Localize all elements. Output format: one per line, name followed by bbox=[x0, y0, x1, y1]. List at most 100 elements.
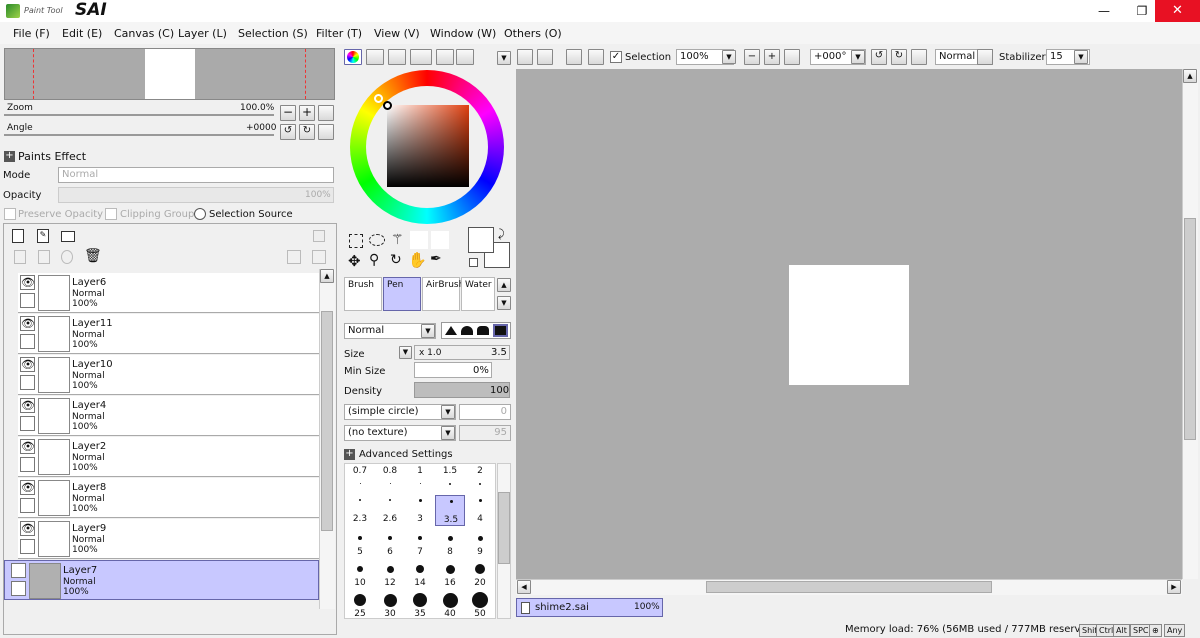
brush-size-cell[interactable]: 35 bbox=[405, 588, 435, 619]
zoom-slider[interactable] bbox=[4, 114, 274, 116]
layer-lock-toggle[interactable] bbox=[20, 375, 35, 390]
menu-file[interactable]: File (F) bbox=[13, 27, 50, 40]
brush-size-cell[interactable]: 50 bbox=[465, 588, 495, 619]
layer-visibility-toggle[interactable]: 👁 bbox=[20, 398, 35, 413]
menu-view[interactable]: View (V) bbox=[374, 27, 420, 40]
swatches-tab[interactable] bbox=[410, 49, 432, 65]
delete-layer-icon[interactable]: 🗑 bbox=[84, 249, 102, 265]
layer-lock-toggle[interactable] bbox=[20, 334, 35, 349]
brush-shape-select[interactable]: (simple circle) bbox=[344, 404, 456, 420]
clear-selection-button[interactable] bbox=[566, 49, 582, 65]
brush-size-cell[interactable]: 3 bbox=[405, 495, 435, 526]
advanced-settings-expand-icon[interactable]: + bbox=[344, 449, 355, 460]
layer-lock-toggle[interactable] bbox=[20, 498, 35, 513]
layer-row[interactable]: 👁 Layer11 Normal 100% bbox=[18, 314, 319, 354]
transparent-color-icon[interactable] bbox=[469, 258, 478, 267]
sv-marker[interactable] bbox=[383, 101, 392, 110]
brush-size-cell[interactable]: 1 bbox=[405, 464, 435, 495]
layer-visibility-toggle[interactable]: 👁 bbox=[20, 275, 35, 290]
scratchpad-tab[interactable] bbox=[436, 49, 454, 65]
selection-source-radio[interactable] bbox=[194, 208, 206, 220]
brush-size-cell[interactable]: 7 bbox=[405, 526, 435, 557]
brush-size-cell[interactable]: 2.6 bbox=[375, 495, 405, 526]
size-multiplier-dropdown[interactable]: ▼ bbox=[399, 346, 412, 359]
toolbar-rotate-right-button[interactable]: ↻ bbox=[891, 49, 907, 65]
menu-layer[interactable]: Layer (L) bbox=[178, 27, 227, 40]
brush-size-cell[interactable]: 4 bbox=[465, 495, 495, 526]
lasso-select-icon[interactable] bbox=[369, 234, 385, 246]
brush-shape-dropdown[interactable]: ▼ bbox=[441, 405, 455, 419]
brush-size-cell[interactable]: 6 bbox=[375, 526, 405, 557]
brush-size-cell[interactable]: 0.7 bbox=[345, 464, 375, 495]
mode-select[interactable]: Normal bbox=[58, 167, 334, 183]
layer-lock-toggle[interactable] bbox=[20, 457, 35, 472]
brush-shape-value[interactable]: 0 bbox=[459, 404, 511, 420]
brush-size-cell[interactable]: 1.5 bbox=[435, 464, 465, 495]
brush-size-cell[interactable]: 8 bbox=[435, 526, 465, 557]
layer-mask-icon[interactable] bbox=[313, 230, 325, 242]
rotate-right-button[interactable]: ↻ bbox=[299, 124, 315, 140]
drawing-canvas[interactable] bbox=[789, 265, 909, 385]
brush-size-cell[interactable]: 9 bbox=[465, 526, 495, 557]
layer-row[interactable]: 👁 Layer9 Normal 100% bbox=[18, 519, 319, 559]
brush-size-cell[interactable]: 3.5 bbox=[435, 495, 465, 526]
menu-canvas[interactable]: Canvas (C) bbox=[114, 27, 174, 40]
tip-round-icon[interactable] bbox=[477, 326, 489, 335]
menu-window[interactable]: Window (W) bbox=[430, 27, 496, 40]
canvas-scroll-up-button[interactable]: ▲ bbox=[1183, 69, 1197, 83]
brush-size-cell[interactable]: 20 bbox=[465, 557, 495, 588]
apply-mask-icon[interactable] bbox=[287, 250, 301, 264]
opacity-slider[interactable] bbox=[58, 187, 334, 203]
new-layer-icon[interactable] bbox=[12, 229, 24, 243]
rotate-reset-button[interactable] bbox=[318, 124, 334, 140]
layer-lock-toggle[interactable] bbox=[11, 581, 26, 596]
layer-visibility-toggle[interactable]: 👁 bbox=[20, 439, 35, 454]
zoom-in-button[interactable]: + bbox=[299, 105, 315, 121]
palette-tab[interactable] bbox=[456, 49, 474, 65]
layer-row[interactable]: 👁 Layer10 Normal 100% bbox=[18, 355, 319, 395]
layer-visibility-toggle[interactable]: 👁 bbox=[20, 316, 35, 331]
eyedropper-icon[interactable]: ✒ bbox=[430, 251, 442, 267]
tool-tab-pen[interactable]: Pen bbox=[383, 277, 421, 311]
brush-texture-dropdown[interactable]: ▼ bbox=[441, 426, 455, 440]
brush-size-cell[interactable]: 2 bbox=[465, 464, 495, 495]
toolbar-rotate-reset-button[interactable] bbox=[911, 49, 927, 65]
magic-wand-icon[interactable]: ⚚ bbox=[391, 232, 404, 248]
swap-colors-icon[interactable]: ⤸ bbox=[498, 227, 505, 241]
new-folder-icon[interactable] bbox=[61, 231, 75, 242]
navigator-panel[interactable] bbox=[4, 48, 335, 100]
layer-visibility-toggle[interactable] bbox=[11, 563, 26, 578]
layer-row[interactable]: 👁 Layer2 Normal 100% bbox=[18, 437, 319, 477]
layer-visibility-toggle[interactable]: 👁 bbox=[20, 480, 35, 495]
toolbar-flip-button[interactable] bbox=[977, 49, 993, 65]
tool-tab-brush[interactable]: Brush bbox=[344, 277, 382, 311]
layer-row[interactable]: 👁 Layer6 Normal 100% bbox=[18, 273, 319, 313]
stabilizer-dropdown[interactable]: ▼ bbox=[1074, 50, 1088, 64]
toolbar-angle-dropdown[interactable]: ▼ bbox=[851, 50, 865, 64]
layer-row[interactable]: 👁 Layer8 Normal 100% bbox=[18, 478, 319, 518]
clear-layer-icon[interactable] bbox=[61, 250, 73, 264]
deselect-button[interactable] bbox=[517, 49, 533, 65]
brush-texture-value[interactable]: 95 bbox=[459, 425, 511, 441]
toolbar-zoom-out-button[interactable]: − bbox=[744, 49, 760, 65]
merge-mask-icon[interactable] bbox=[312, 250, 326, 264]
preserve-opacity-checkbox[interactable] bbox=[4, 208, 16, 220]
move-icon[interactable]: ✥ bbox=[348, 252, 361, 270]
brush-size-cell[interactable]: 30 bbox=[375, 588, 405, 619]
invert-selection-button[interactable] bbox=[537, 49, 553, 65]
brush-size-cell[interactable]: 2.3 bbox=[345, 495, 375, 526]
layer-visibility-toggle[interactable]: 👁 bbox=[20, 521, 35, 536]
rect-select-icon[interactable] bbox=[349, 234, 363, 248]
paints-effect-expand-icon[interactable]: + bbox=[4, 151, 15, 162]
tool-tab-airbrush[interactable]: AirBrush bbox=[422, 277, 464, 311]
layer-visibility-toggle[interactable]: 👁 bbox=[20, 357, 35, 372]
brush-size-cell[interactable]: 40 bbox=[435, 588, 465, 619]
brush-size-cell[interactable]: 14 bbox=[405, 557, 435, 588]
merge-down-icon[interactable] bbox=[38, 250, 50, 264]
foreground-color-swatch[interactable] bbox=[468, 227, 494, 253]
canvas-scroll-left-button[interactable]: ◀ bbox=[517, 580, 531, 594]
canvas-v-scroll-thumb[interactable] bbox=[1184, 218, 1196, 440]
menu-selection[interactable]: Selection (S) bbox=[238, 27, 308, 40]
fill-selection-button[interactable] bbox=[588, 49, 604, 65]
layer-lock-toggle[interactable] bbox=[20, 293, 35, 308]
